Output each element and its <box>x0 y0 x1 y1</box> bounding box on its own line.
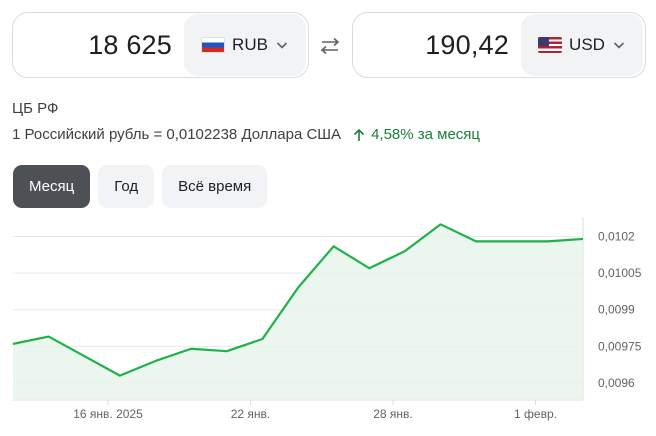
chevron-down-icon <box>276 42 288 49</box>
rate-text: 1 Российский рубль = 0,0102238 Доллара С… <box>12 126 342 143</box>
russia-flag-icon <box>201 37 226 53</box>
data-point <box>83 355 85 357</box>
data-point <box>439 223 441 225</box>
y-tick-label: 0,01005 <box>598 266 642 280</box>
to-currency-code: USD <box>569 35 605 54</box>
rate-change: 4,58% за месяц <box>353 126 480 143</box>
y-tick-label: 0,0099 <box>598 303 635 317</box>
rate-source: ЦБ РФ <box>12 100 59 117</box>
data-point <box>511 240 513 242</box>
to-currency-box: 190,42 USD <box>352 12 646 78</box>
data-point <box>368 267 370 269</box>
arrow-up-icon <box>353 128 365 141</box>
x-tick-label: 28 янв. <box>373 407 413 421</box>
rate-chart: 0,0102 0,01005 0,0099 0,00975 0,0096 16 янв. … <box>12 217 642 421</box>
y-tick-label: 0,0102 <box>598 230 635 244</box>
x-tick-label: 1 февр. <box>514 407 557 421</box>
from-currency-code: RUB <box>232 35 268 54</box>
data-point <box>226 350 228 352</box>
data-point <box>333 245 335 247</box>
data-point <box>154 360 156 362</box>
data-point <box>190 348 192 350</box>
data-point <box>261 338 263 340</box>
y-tick-label: 0,00975 <box>598 339 642 353</box>
swap-button[interactable] <box>317 33 343 59</box>
rate-change-text: 4,58% за месяц <box>371 126 481 143</box>
series-area <box>13 224 583 400</box>
from-currency-box: 18 625 RUB <box>12 12 309 78</box>
x-tick-label: 22 янв. <box>231 407 271 421</box>
data-point <box>119 375 121 377</box>
data-point <box>404 250 406 252</box>
tab-year[interactable]: Год <box>98 165 155 208</box>
tab-all-time[interactable]: Всё время <box>162 165 268 208</box>
from-currency-select[interactable]: RUB <box>184 14 306 76</box>
tab-month[interactable]: Месяц <box>13 165 91 208</box>
to-amount-input[interactable]: 190,42 <box>353 30 521 61</box>
chevron-down-icon <box>613 42 625 49</box>
data-point <box>48 335 50 337</box>
data-point <box>475 240 477 242</box>
x-tick-label: 16 янв. 2025 <box>73 407 143 421</box>
data-point <box>582 238 584 240</box>
usa-flag-icon <box>538 37 563 53</box>
data-point <box>297 287 299 289</box>
to-currency-select[interactable]: USD <box>521 14 643 76</box>
y-tick-label: 0,0096 <box>598 376 635 390</box>
from-amount-input[interactable]: 18 625 <box>13 30 184 61</box>
period-tabs: Месяц Год Всё время <box>13 165 268 208</box>
data-point <box>546 240 548 242</box>
rate-line: 1 Российский рубль = 0,0102238 Доллара С… <box>12 126 480 143</box>
swap-arrows-icon <box>320 37 340 55</box>
data-point <box>12 343 14 345</box>
